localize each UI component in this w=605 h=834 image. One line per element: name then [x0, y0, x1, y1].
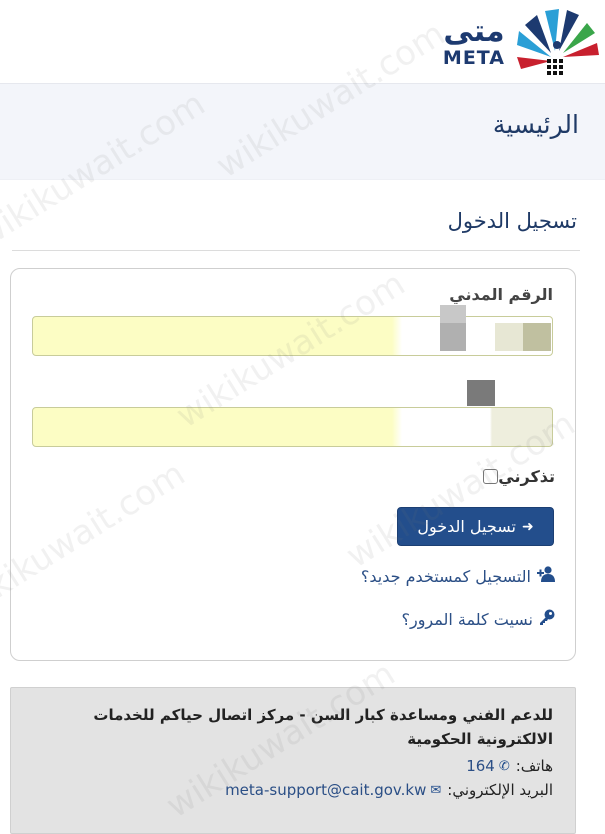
- forgot-password-link[interactable]: نسيت كلمة المرور؟: [401, 609, 555, 629]
- meta-logo[interactable]: متى META: [403, 4, 603, 80]
- civil-id-label: الرقم المدني: [449, 285, 553, 304]
- sign-in-icon: ➜: [521, 518, 534, 535]
- logo-english: META: [442, 47, 505, 69]
- redacted-block: [440, 305, 466, 323]
- login-button[interactable]: ➜ تسجيل الدخول: [397, 507, 554, 546]
- login-button-label: تسجيل الدخول: [417, 517, 516, 536]
- register-link-label: التسجيل كمستخدم جديد؟: [360, 566, 531, 586]
- remember-label: تذكرني: [498, 467, 555, 486]
- phone-value[interactable]: 164: [466, 757, 495, 775]
- page-title: تسجيل الدخول: [447, 209, 577, 233]
- phone-label: هاتف:: [515, 757, 553, 775]
- logo-arabic: متى: [443, 14, 505, 49]
- redacted-block: [495, 323, 523, 351]
- title-divider: [12, 250, 580, 251]
- support-email: البريد الإلكتروني: ✉ meta-support@cait.g…: [225, 781, 553, 799]
- nav-home-link[interactable]: الرئيسية: [493, 110, 579, 139]
- support-phone: هاتف: ✆ 164: [466, 757, 553, 775]
- civil-id-input[interactable]: [32, 316, 553, 356]
- envelope-icon: ✉: [430, 782, 442, 798]
- redacted-block: [467, 380, 495, 406]
- logo-emblem-icon: [517, 9, 599, 75]
- logo-text: متى META: [442, 14, 505, 69]
- email-value[interactable]: meta-support@cait.gov.kw: [225, 781, 426, 799]
- remember-me[interactable]: تذكرني: [475, 467, 555, 486]
- site-header: متى META: [0, 0, 605, 84]
- redacted-block: [440, 323, 466, 351]
- redacted-block: [523, 323, 551, 351]
- key-icon: [539, 609, 555, 629]
- register-link[interactable]: التسجيل كمستخدم جديد؟: [361, 566, 555, 586]
- phone-icon: ✆: [498, 758, 510, 774]
- support-title: للدعم الفني ومساعدة كبار السن - مركز اتص…: [93, 706, 553, 748]
- user-plus-icon: [537, 566, 555, 586]
- forgot-link-label: نسيت كلمة المرور؟: [401, 609, 533, 629]
- password-input[interactable]: [32, 407, 553, 447]
- remember-checkbox[interactable]: [483, 469, 499, 484]
- email-label: البريد الإلكتروني:: [447, 781, 553, 799]
